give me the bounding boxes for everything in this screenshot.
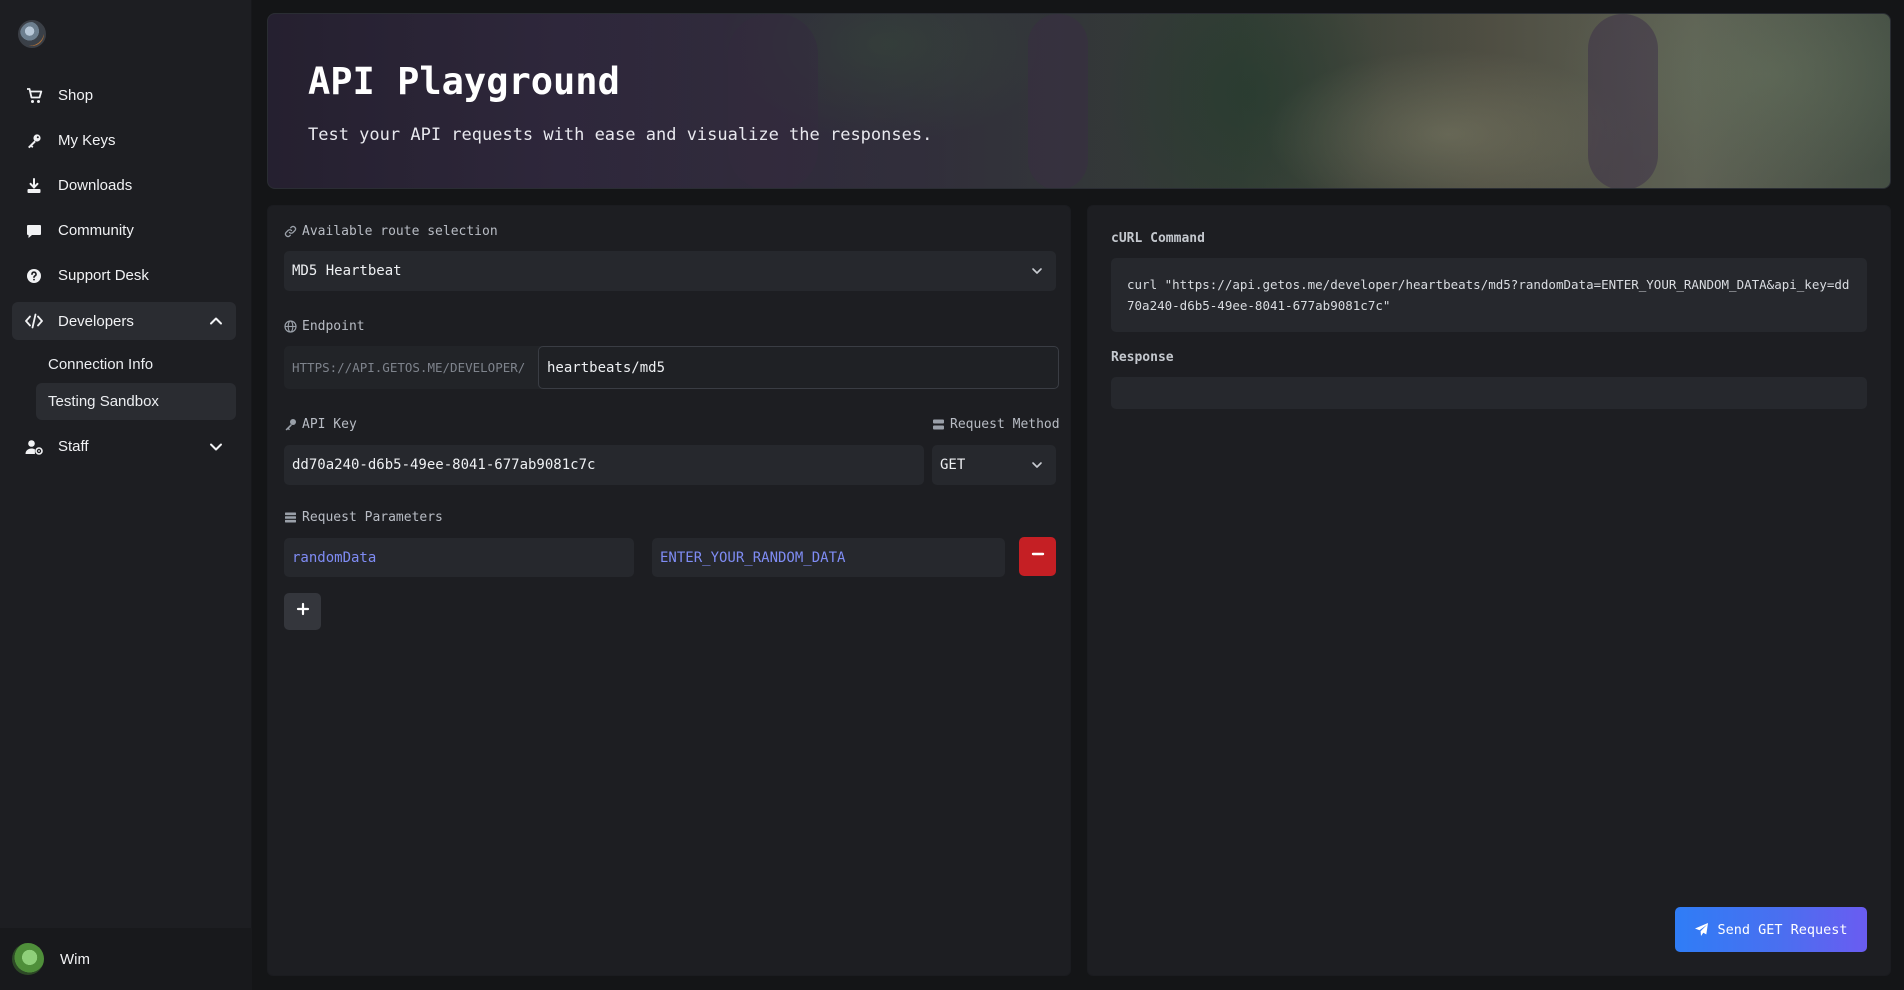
sidebar-subitem-label: Testing Sandbox: [48, 393, 159, 410]
request-method-label-text: Request Method: [950, 417, 1060, 432]
sidebar-item-community[interactable]: Community: [12, 212, 236, 249]
request-method-label: Request Method: [932, 417, 1060, 432]
chevron-down-icon: [1030, 458, 1044, 472]
api-key-label-text: API Key: [302, 417, 357, 432]
route-select-value: MD5 Heartbeat: [292, 263, 402, 279]
add-parameter-button[interactable]: [284, 593, 321, 630]
api-key-label: API Key: [284, 417, 357, 432]
sidebar-item-label: Shop: [58, 87, 94, 104]
sidebar-item-label: Support Desk: [58, 267, 149, 284]
avatar: [12, 943, 44, 975]
sidebar-nav: Shop My Keys Downloads Community Support…: [12, 77, 236, 473]
banner-decoration: [1028, 14, 1088, 188]
key-icon: [24, 131, 44, 151]
download-icon: [24, 176, 44, 196]
globe-icon: [284, 320, 297, 333]
sidebar-item-label: My Keys: [58, 132, 116, 149]
hero-banner: API Playground Test your API requests wi…: [267, 13, 1891, 189]
request-method-select[interactable]: GET: [932, 445, 1056, 485]
question-icon: [24, 266, 44, 286]
sidebar-item-shop[interactable]: Shop: [12, 77, 236, 114]
endpoint-label-text: Endpoint: [302, 319, 365, 334]
response-output[interactable]: [1111, 377, 1867, 409]
minus-icon: [1031, 547, 1045, 566]
curl-command-label: cURL Command: [1111, 231, 1205, 246]
code-icon: [24, 311, 44, 331]
plus-icon: [296, 602, 310, 621]
route-select[interactable]: MD5 Heartbeat: [284, 251, 1056, 291]
request-parameters-label: Request Parameters: [284, 510, 443, 525]
page-title: API Playground: [308, 60, 620, 103]
endpoint-input[interactable]: heartbeats/md5: [538, 346, 1059, 389]
user-name: Wim: [60, 950, 90, 968]
sidebar-item-downloads[interactable]: Downloads: [12, 167, 236, 204]
route-selection-label: Available route selection: [284, 224, 498, 239]
endpoint-prefix: HTTPS://API.GETOS.ME/DEVELOPER/: [284, 346, 542, 389]
sidebar-item-support-desk[interactable]: Support Desk: [12, 257, 236, 294]
sidebar-item-staff[interactable]: Staff: [12, 428, 236, 465]
request-parameters-label-text: Request Parameters: [302, 510, 443, 525]
user-profile[interactable]: Wim: [0, 928, 252, 990]
sidebar-item-developers[interactable]: Developers: [12, 302, 236, 340]
chevron-down-icon: [1030, 264, 1044, 278]
sidebar-subitem-connection-info[interactable]: Connection Info: [36, 346, 236, 383]
sidebar-item-label: Community: [58, 222, 134, 239]
sidebar-subitem-label: Connection Info: [48, 356, 154, 373]
chat-icon: [24, 221, 44, 241]
paper-plane-icon: [1694, 922, 1709, 937]
request-builder-panel: Available route selection MD5 Heartbeat …: [267, 205, 1071, 976]
link-icon: [284, 225, 297, 238]
server-icon: [932, 418, 945, 431]
user-gear-icon: [24, 437, 44, 457]
cart-icon: [24, 86, 44, 106]
output-panel: cURL Command curl "https://api.getos.me/…: [1087, 205, 1891, 976]
banner-decoration: [1588, 14, 1658, 188]
banner-decoration: [728, 14, 818, 188]
key-icon: [284, 418, 297, 431]
remove-parameter-button[interactable]: [1019, 537, 1056, 576]
response-label: Response: [1111, 350, 1174, 365]
api-key-input[interactable]: dd70a240-d6b5-49ee-8041-677ab9081c7c: [284, 445, 924, 485]
chevron-up-icon: [208, 313, 224, 329]
sidebar: Shop My Keys Downloads Community Support…: [0, 0, 252, 990]
endpoint-label: Endpoint: [284, 319, 365, 334]
route-selection-label-text: Available route selection: [302, 224, 498, 239]
sidebar-item-my-keys[interactable]: My Keys: [12, 122, 236, 159]
app-logo[interactable]: [18, 20, 46, 48]
page-subtitle: Test your API requests with ease and vis…: [308, 125, 933, 145]
developers-subnav: Connection Info Testing Sandbox: [36, 346, 236, 420]
request-method-value: GET: [940, 457, 966, 473]
list-icon: [284, 511, 297, 524]
param-key-input[interactable]: randomData: [284, 538, 634, 577]
chevron-down-icon: [208, 439, 224, 455]
sidebar-item-label: Developers: [58, 312, 134, 330]
sidebar-item-label: Staff: [58, 438, 89, 455]
curl-command-text[interactable]: curl "https://api.getos.me/developer/hea…: [1111, 258, 1867, 332]
sidebar-item-label: Downloads: [58, 177, 133, 194]
send-request-button[interactable]: Send GET Request: [1675, 907, 1867, 952]
sidebar-subitem-testing-sandbox[interactable]: Testing Sandbox: [36, 383, 236, 420]
param-value-input[interactable]: ENTER_YOUR_RANDOM_DATA: [652, 538, 1005, 577]
send-request-label: Send GET Request: [1717, 921, 1848, 938]
